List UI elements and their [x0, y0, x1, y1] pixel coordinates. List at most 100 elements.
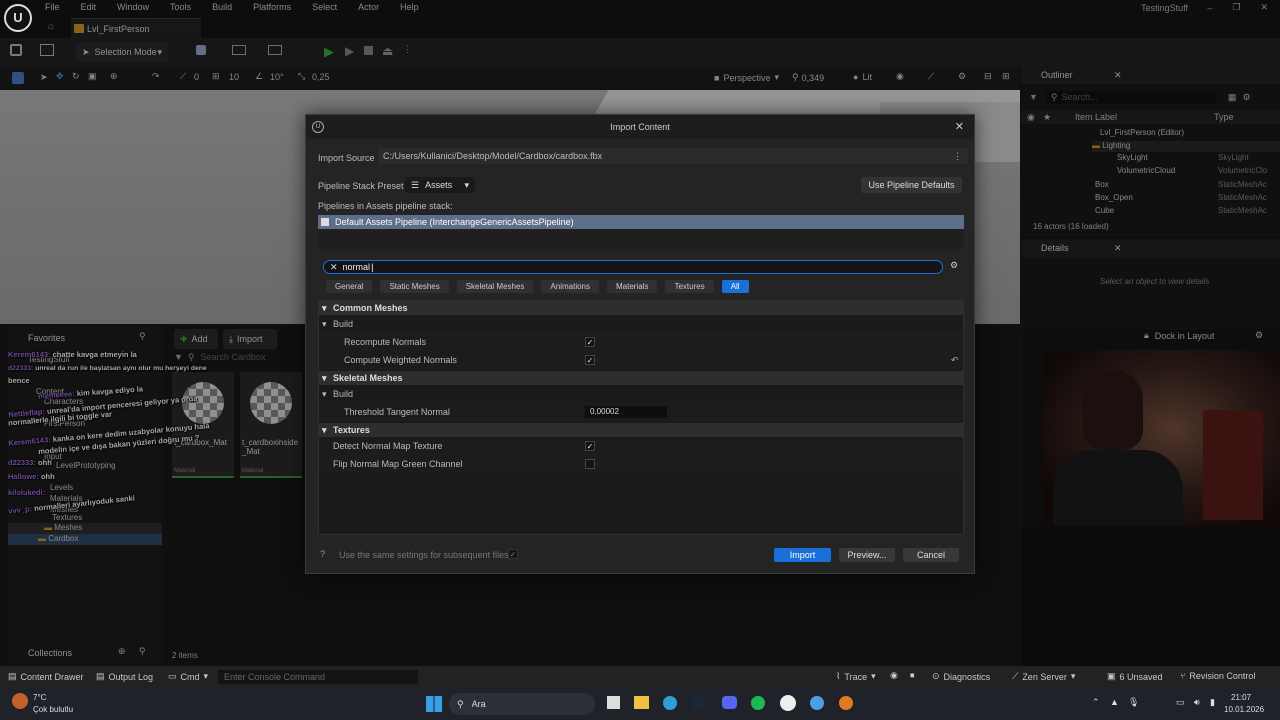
pipeline-icon — [321, 218, 329, 226]
cmd-dropdown[interactable]: ▭ Cmd ▾ — [168, 671, 208, 682]
battery-icon[interactable]: ▮ — [1210, 697, 1215, 708]
settings-icon[interactable]: ⚙ — [950, 260, 958, 271]
import-source-label: Import Source — [318, 153, 375, 163]
app-icon[interactable] — [810, 696, 824, 710]
log-icon: ▤ — [96, 671, 105, 681]
diagnostics-button[interactable]: ⊙ Diagnostics — [932, 671, 990, 682]
spotify-icon[interactable] — [751, 696, 765, 710]
unreal-logo-icon[interactable]: U — [4, 4, 32, 32]
property-search-input[interactable]: ✕ normal | — [323, 260, 943, 274]
preset-dropdown[interactable]: ☰ Assets ▾ — [405, 177, 475, 193]
subcategory-label: Build — [333, 389, 354, 399]
microphone-icon[interactable]: 🎙︎ — [1128, 697, 1139, 708]
detect-normal-map-checkbox[interactable]: ✓ — [585, 441, 595, 451]
filter-materials[interactable]: Materials — [607, 280, 658, 293]
property-threshold-tangent-normal: Threshold Tangent Normal 0,00002 — [319, 403, 963, 421]
file-explorer-icon[interactable] — [634, 696, 649, 709]
content-drawer-label: Content Drawer — [20, 671, 84, 682]
task-view-icon[interactable] — [607, 696, 620, 709]
filter-static-meshes[interactable]: Static Meshes — [380, 280, 449, 293]
category-textures[interactable]: ▾ Textures — [319, 423, 963, 437]
import-source-path: C:/Users/Kullanici/Desktop/Model/Cardbox… — [383, 151, 603, 161]
steam-icon[interactable] — [692, 696, 706, 710]
same-settings-checkbox[interactable]: ✓ — [508, 549, 518, 559]
preview-button[interactable]: Preview... — [839, 548, 895, 562]
cancel-button[interactable]: Cancel — [903, 548, 959, 562]
trace-label: Trace — [844, 671, 868, 682]
zen-label: Zen Server — [1022, 671, 1067, 682]
import-source-field[interactable]: C:/Users/Kullanici/Desktop/Model/Cardbox… — [378, 148, 968, 164]
taskbar: 7°C Çok bulutlu ⚲ Ara ⌃ ▲ 🎙︎ ▭ 🔊︎ ▮ 21:0… — [0, 688, 1280, 720]
recompute-normals-checkbox[interactable]: ✓ — [585, 337, 595, 347]
unreal-engine-icon[interactable] — [780, 695, 796, 711]
pipeline-item[interactable]: Default Assets Pipeline (InterchangeGene… — [318, 215, 964, 229]
property-compute-weighted-normals: Compute Weighted Normals ✓ ↶ — [319, 351, 963, 369]
trace-dropdown[interactable]: ⌇ Trace ▾ — [836, 671, 876, 682]
filter-skeletal-meshes[interactable]: Skeletal Meshes — [456, 280, 534, 293]
chevron-down-icon: ▾ — [464, 179, 469, 190]
windows-start-icon[interactable] — [426, 696, 442, 712]
filter-textures[interactable]: Textures — [665, 280, 714, 293]
reset-icon[interactable]: ↶ — [951, 351, 959, 369]
pipeline-item-label: Default Assets Pipeline (InterchangeGene… — [335, 217, 574, 227]
filter-tabs: General Static Meshes Skeletal Meshes An… — [326, 280, 749, 293]
volume-icon[interactable]: 🔊︎ — [1194, 697, 1200, 708]
taskbar-search[interactable]: ⚲ Ara — [449, 693, 595, 715]
chevron-down-icon: ▾ — [203, 671, 209, 681]
record-icon[interactable]: ◉ — [890, 670, 898, 681]
pipelines-label: Pipelines in Assets pipeline stack: — [318, 201, 453, 211]
unreal-logo-icon: U — [312, 121, 324, 133]
search-icon: ⚲ — [457, 698, 464, 709]
category-skeletal-meshes[interactable]: ▾ Skeletal Meshes — [319, 371, 963, 385]
compute-weighted-normals-checkbox[interactable]: ✓ — [585, 355, 595, 365]
discord-icon[interactable] — [722, 696, 737, 709]
threshold-value-input[interactable]: 0,00002 — [585, 406, 667, 418]
clear-search-icon[interactable]: ✕ — [330, 262, 338, 273]
diagnostics-label: Diagnostics — [943, 671, 991, 682]
blender-icon[interactable] — [839, 696, 853, 710]
tray-app-icon[interactable]: ▲ — [1110, 697, 1119, 707]
more-options-icon[interactable]: ⋮ — [953, 148, 962, 164]
chevron-down-icon: ▾ — [1070, 671, 1076, 681]
revision-control-button[interactable]: ⑂ Revision Control — [1180, 671, 1255, 681]
zen-server-dropdown[interactable]: ⟋ Zen Server ▾ — [1012, 671, 1075, 682]
subcategory-build[interactable]: ▾ Build — [319, 315, 963, 333]
list-icon: ☰ — [411, 179, 420, 190]
console-input[interactable]: Enter Console Command — [218, 670, 418, 684]
property-detect-normal-map: Detect Normal Map Texture ✓ — [319, 437, 963, 455]
close-icon[interactable]: ✕ — [955, 115, 964, 139]
filter-all[interactable]: All — [721, 280, 749, 293]
import-button[interactable]: Import — [774, 548, 831, 562]
unsaved-label: 6 Unsaved — [1119, 671, 1163, 682]
output-log-button[interactable]: ▤ Output Log — [96, 671, 153, 682]
tray-chevron-icon[interactable]: ⌃ — [1092, 697, 1100, 708]
stop-icon[interactable]: ⏹ — [910, 670, 915, 681]
help-icon[interactable]: ? — [320, 549, 325, 559]
zen-icon: ⟋ — [1012, 671, 1019, 681]
revision-label: Revision Control — [1189, 671, 1256, 681]
chevron-down-icon: ▾ — [322, 303, 327, 313]
content-drawer-button[interactable]: ▤ Content Drawer — [8, 671, 84, 682]
clock-time[interactable]: 21:07 — [1231, 693, 1251, 702]
property-label: Detect Normal Map Texture — [333, 441, 443, 451]
clock-date[interactable]: 10.01.2026 — [1224, 705, 1264, 714]
property-flip-green-channel: Flip Normal Map Green Channel — [319, 455, 963, 473]
preset-value: Assets — [425, 180, 453, 190]
flip-green-channel-checkbox[interactable] — [585, 459, 595, 469]
category-common-meshes[interactable]: ▾ Common Meshes — [319, 301, 963, 315]
output-log-label: Output Log — [108, 671, 154, 682]
use-pipeline-defaults-button[interactable]: Use Pipeline Defaults — [861, 177, 962, 193]
status-bar: ▤ Content Drawer ▤ Output Log ▭ Cmd ▾ Enter … — [0, 666, 1280, 688]
property-label: Flip Normal Map Green Channel — [333, 459, 463, 469]
edge-icon[interactable] — [663, 696, 677, 710]
unsaved-button[interactable]: ▣ 6 Unsaved — [1107, 671, 1163, 682]
import-content-dialog: U Import Content ✕ Import Source C:/User… — [305, 114, 975, 574]
network-icon[interactable]: ▭ — [1176, 697, 1185, 708]
filter-general[interactable]: General — [326, 280, 373, 293]
weather-icon[interactable] — [12, 693, 28, 709]
revision-icon: ⑂ — [1180, 671, 1186, 681]
subcategory-build[interactable]: ▾ Build — [319, 385, 963, 403]
filter-animations[interactable]: Animations — [541, 280, 599, 293]
trace-icon: ⌇ — [836, 671, 841, 681]
same-settings-label: Use the same settings for subsequent fil… — [339, 550, 509, 560]
